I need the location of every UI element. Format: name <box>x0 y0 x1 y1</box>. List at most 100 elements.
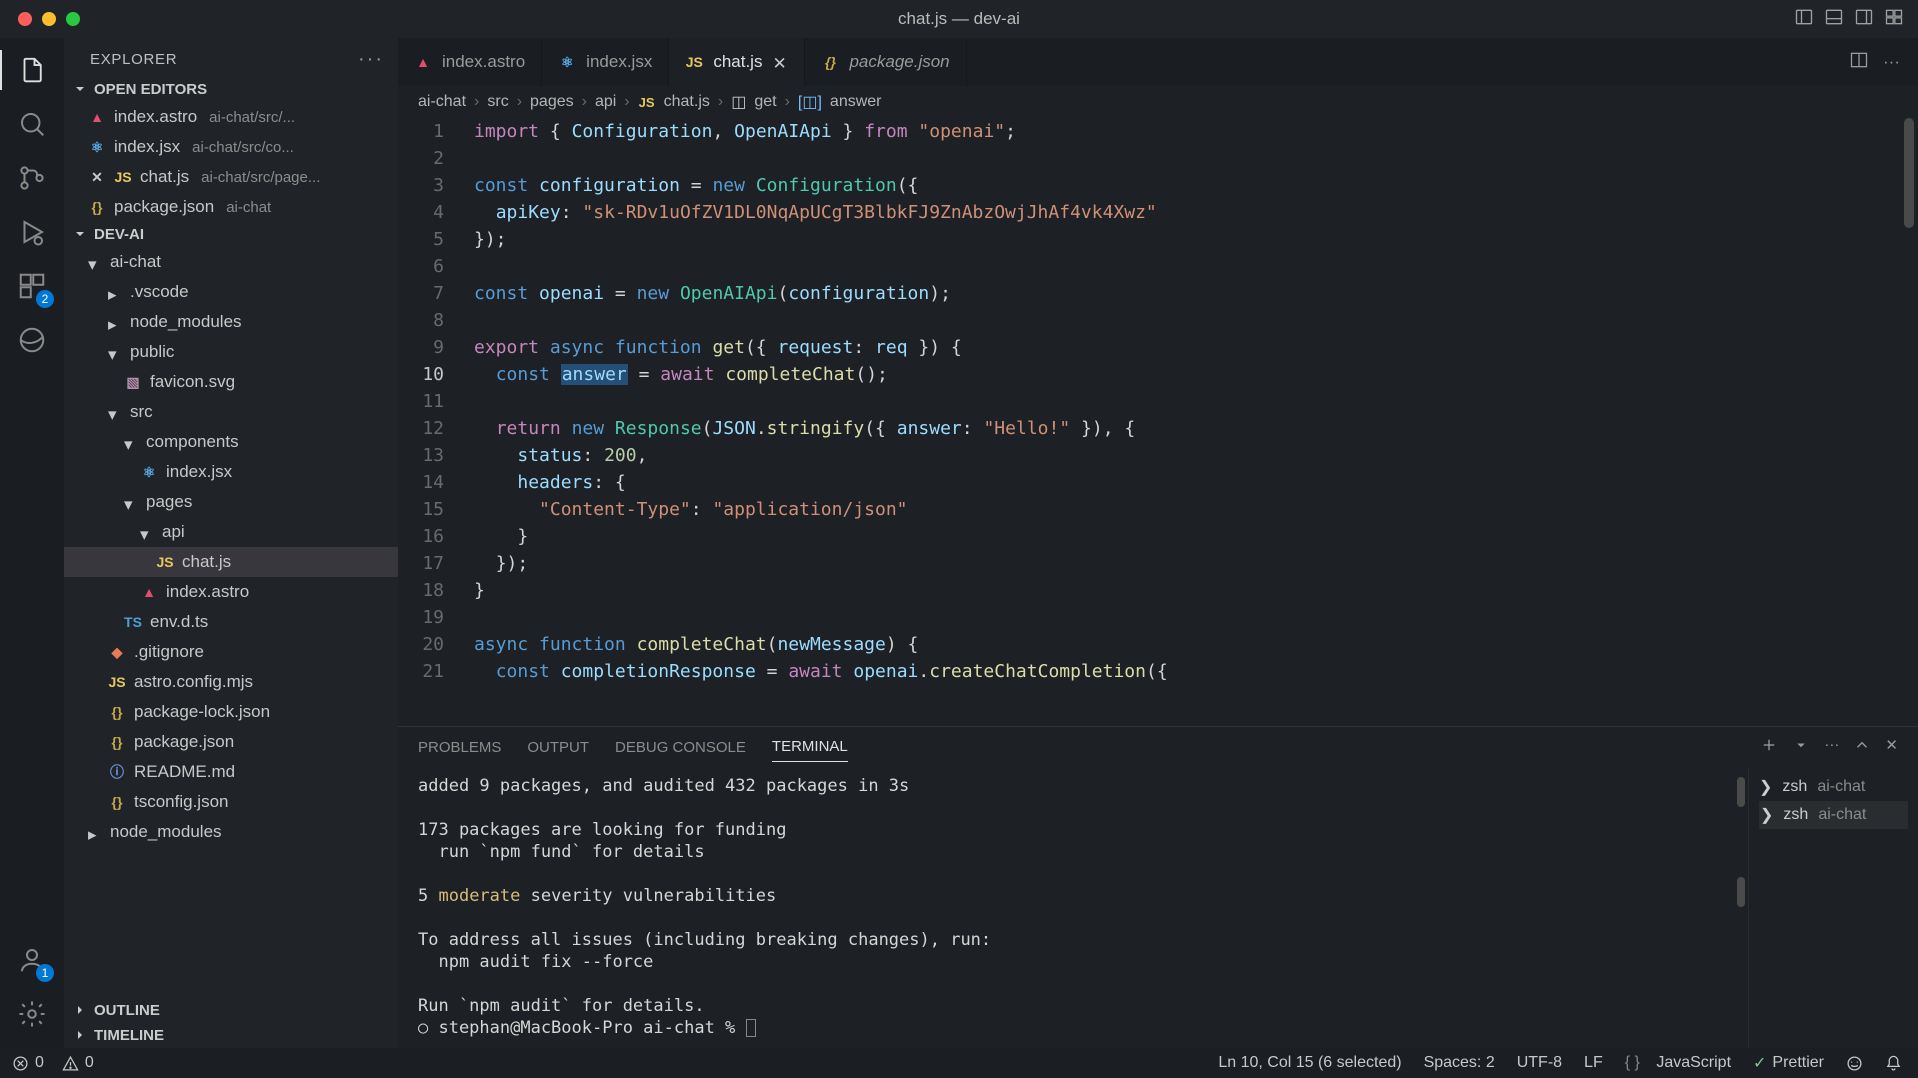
react-icon: ⚛ <box>88 138 106 156</box>
astro-icon: ▲ <box>88 108 106 126</box>
titlebar-layout-icons <box>1794 7 1904 32</box>
code-editor[interactable]: 123456789101112131415161718192021 import… <box>398 118 1918 726</box>
edge-activity[interactable] <box>12 320 52 360</box>
js-icon: JS <box>156 553 174 571</box>
toggle-sidebar-icon[interactable] <box>1794 7 1814 32</box>
file-chat-js[interactable]: JSchat.js <box>64 547 398 577</box>
panel-tab-debug[interactable]: DEBUG CONSOLE <box>615 733 746 762</box>
panel-close-icon[interactable]: ✕ <box>1885 736 1898 758</box>
more-actions-icon[interactable]: ··· <box>1883 52 1900 72</box>
folder-root-node-modules[interactable]: ▸node_modules <box>64 817 398 847</box>
terminal-item[interactable]: ❯zshai-chat <box>1759 773 1908 801</box>
file-gitignore[interactable]: ◆.gitignore <box>64 637 398 667</box>
folder-vscode[interactable]: ▸.vscode <box>64 277 398 307</box>
panel-maximize-icon[interactable] <box>1853 736 1871 758</box>
section-outline[interactable]: OUTLINE <box>64 998 398 1023</box>
code-content[interactable]: import { Configuration, OpenAIApi } from… <box>468 118 1900 726</box>
crumb[interactable]: answer <box>830 93 882 111</box>
open-editor-item[interactable]: ▲index.astroai-chat/src/... <box>64 102 398 132</box>
panel-tab-output[interactable]: OUTPUT <box>527 733 589 762</box>
crumb[interactable]: api <box>595 93 616 111</box>
tab-index-jsx[interactable]: ⚛index.jsx <box>542 38 669 86</box>
status-errors[interactable]: 0 <box>12 1054 44 1072</box>
sidebar-title: EXPLORER ··· <box>64 38 398 77</box>
warnings-count: 0 <box>85 1054 94 1072</box>
minimize-window-button[interactable] <box>42 12 56 26</box>
status-language[interactable]: { } JavaScript <box>1625 1054 1731 1072</box>
explorer-activity[interactable] <box>12 50 52 90</box>
terminal-cwd: ai-chat <box>1818 806 1866 824</box>
file-astro-config[interactable]: JSastro.config.mjs <box>64 667 398 697</box>
settings-activity[interactable] <box>12 994 52 1034</box>
terminal-item[interactable]: ❯zshai-chat <box>1759 801 1908 829</box>
crumb[interactable]: ai-chat <box>418 93 466 111</box>
folder-components[interactable]: ▾components <box>64 427 398 457</box>
close-icon[interactable]: ✕ <box>88 168 106 186</box>
crumb[interactable]: get <box>754 93 776 111</box>
file-index-jsx[interactable]: ⚛index.jsx <box>64 457 398 487</box>
file-name: package.json <box>134 732 234 752</box>
file-package-json[interactable]: {}package.json <box>64 727 398 757</box>
status-spaces[interactable]: Spaces: 2 <box>1424 1054 1495 1072</box>
file-index-astro[interactable]: ▲index.astro <box>64 577 398 607</box>
tab-chat-js[interactable]: JSchat.js✕ <box>669 38 805 86</box>
new-terminal-icon[interactable] <box>1760 736 1778 758</box>
section-workspace[interactable]: DEV-AI <box>64 222 398 247</box>
split-editor-icon[interactable] <box>1849 50 1869 75</box>
sidebar-more-icon[interactable]: ··· <box>358 48 384 71</box>
panel-tab-problems[interactable]: PROBLEMS <box>418 733 501 762</box>
section-timeline[interactable]: TIMELINE <box>64 1023 398 1048</box>
file-tsconfig[interactable]: {}tsconfig.json <box>64 787 398 817</box>
toggle-secondary-icon[interactable] <box>1854 7 1874 32</box>
status-eol[interactable]: LF <box>1584 1054 1603 1072</box>
file-favicon[interactable]: ▧favicon.svg <box>64 367 398 397</box>
open-editor-item[interactable]: ⚛index.jsxai-chat/src/co... <box>64 132 398 162</box>
tab-index-astro[interactable]: ▲index.astro <box>398 38 542 86</box>
run-debug-activity[interactable] <box>12 212 52 252</box>
customize-layout-icon[interactable] <box>1884 7 1904 32</box>
status-feedback-icon[interactable] <box>1846 1055 1863 1072</box>
folder-node-modules[interactable]: ▸node_modules <box>64 307 398 337</box>
folder-pages[interactable]: ▾pages <box>64 487 398 517</box>
close-window-button[interactable] <box>18 12 32 26</box>
extensions-activity[interactable]: 2 <box>12 266 52 306</box>
close-tab-icon[interactable]: ✕ <box>772 54 788 70</box>
file-readme[interactable]: ⓘREADME.md <box>64 757 398 787</box>
terminal-scrollbar[interactable] <box>1732 767 1748 1048</box>
search-activity[interactable] <box>12 104 52 144</box>
folder-api[interactable]: ▾api <box>64 517 398 547</box>
panel-more-icon[interactable]: ··· <box>1824 736 1839 758</box>
svg-icon: ▧ <box>124 373 142 391</box>
status-cursor[interactable]: Ln 10, Col 15 (6 selected) <box>1218 1054 1401 1072</box>
status-bell-icon[interactable] <box>1885 1055 1902 1072</box>
source-control-activity[interactable] <box>12 158 52 198</box>
terminal-output[interactable]: added 9 packages, and audited 432 packag… <box>398 767 1732 1048</box>
folder-ai-chat[interactable]: ▾ai-chat <box>64 247 398 277</box>
crumb[interactable]: src <box>487 93 508 111</box>
status-prettier[interactable]: ✓Prettier <box>1753 1053 1824 1073</box>
file-env-d-ts[interactable]: TSenv.d.ts <box>64 607 398 637</box>
breadcrumbs[interactable]: ai-chat› src› pages› api› JS chat.js› ◫g… <box>398 86 1918 118</box>
open-editor-item[interactable]: {}package.jsonai-chat <box>64 192 398 222</box>
editor-scrollbar[interactable] <box>1900 118 1918 726</box>
accounts-activity[interactable]: 1 <box>12 940 52 980</box>
open-editor-item[interactable]: ✕JSchat.jsai-chat/src/page... <box>64 162 398 192</box>
terminal-dropdown-icon[interactable] <box>1792 736 1810 758</box>
js-icon: JS <box>114 168 132 186</box>
panel-tab-terminal[interactable]: TERMINAL <box>772 732 848 762</box>
folder-src[interactable]: ▾src <box>64 397 398 427</box>
crumb[interactable]: pages <box>530 93 574 111</box>
folder-public[interactable]: ▾public <box>64 337 398 367</box>
chevron-down-icon <box>74 228 88 242</box>
status-encoding[interactable]: UTF-8 <box>1517 1054 1562 1072</box>
toggle-panel-icon[interactable] <box>1824 7 1844 32</box>
chevron-right-icon: ▸ <box>108 315 122 329</box>
tab-package-json[interactable]: {}package.json <box>805 38 966 86</box>
folder-name: node_modules <box>110 822 222 842</box>
crumb[interactable]: chat.js <box>664 93 710 111</box>
section-open-editors[interactable]: OPEN EDITORS <box>64 77 398 102</box>
maximize-window-button[interactable] <box>66 12 80 26</box>
terminal-cwd: ai-chat <box>1817 778 1865 796</box>
status-warnings[interactable]: 0 <box>62 1054 94 1072</box>
file-package-lock[interactable]: {}package-lock.json <box>64 697 398 727</box>
